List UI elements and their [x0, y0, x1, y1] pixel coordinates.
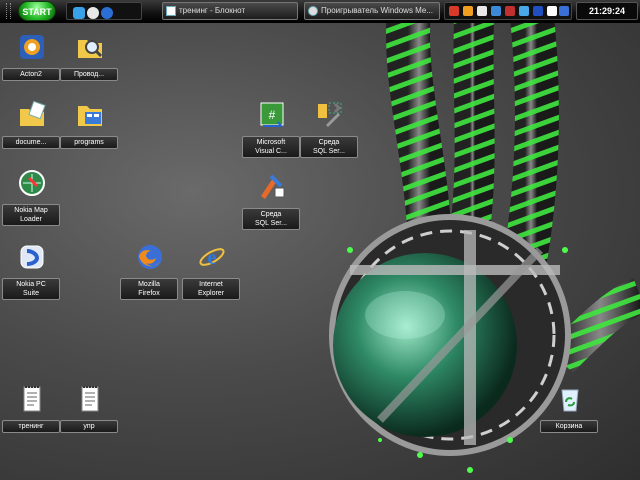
icon-label: Провод... — [60, 68, 118, 81]
sql-server-tools-icon — [261, 174, 285, 199]
map-loader-icon — [19, 170, 45, 196]
network-icon[interactable] — [559, 6, 569, 16]
icon-label: Среда SQL Ser... — [300, 136, 358, 158]
icon-label: docume... — [2, 136, 60, 149]
icon-label: Acton2 — [2, 68, 60, 81]
clock[interactable]: 21:29:24 — [576, 2, 638, 20]
quick-launch — [66, 2, 142, 20]
volume-icon[interactable] — [547, 6, 557, 16]
tray-app-icon[interactable] — [463, 6, 473, 16]
programs-folder-icon — [78, 106, 102, 126]
task-notepad[interactable]: тренинг - Блокнот — [162, 2, 298, 20]
task-label: тренинг - Блокнот — [179, 6, 246, 15]
firefox-icon — [138, 245, 162, 269]
icon-label: Microsoft Visual C... — [242, 136, 300, 158]
icon-label: Nokia PC Suite — [2, 278, 60, 300]
sql-server-tools-icon — [318, 102, 342, 128]
visual-studio-icon: # — [260, 102, 284, 127]
svg-text:#: # — [269, 108, 276, 122]
tray-app-icon[interactable] — [449, 6, 459, 16]
svg-text:e: e — [208, 247, 217, 269]
notepad-icon — [166, 6, 176, 16]
start-button[interactable]: START — [18, 1, 56, 21]
icon-label: Internet Explorer — [182, 278, 240, 300]
internet-explorer-icon: e — [199, 247, 225, 269]
tray-app-icon[interactable] — [505, 6, 515, 16]
media-player-icon — [308, 6, 318, 16]
icon-label: programs — [60, 136, 118, 149]
task-label: Проигрыватель Windows Me... — [321, 6, 433, 15]
tray-app-icon[interactable] — [477, 6, 487, 16]
icon-label: Корзина — [540, 420, 598, 433]
taskbar: START тренинг - Блокнот Проигрыватель Wi… — [0, 0, 640, 23]
text-file-icon — [81, 386, 99, 412]
show-desktop-icon[interactable] — [73, 7, 85, 19]
tray-app-icon[interactable] — [533, 6, 543, 16]
media-player-icon[interactable] — [101, 7, 113, 19]
recycle-bin-icon — [561, 389, 579, 412]
icon-label: Nokia Map Loader — [2, 204, 60, 226]
icon-label: упр — [60, 420, 118, 433]
tray-app-icon[interactable] — [491, 6, 501, 16]
icon-label: Mozilla Firefox — [120, 278, 178, 300]
documents-folder-icon — [20, 100, 46, 126]
internet-explorer-icon[interactable] — [87, 7, 99, 19]
icon-label: тренинг — [2, 420, 60, 433]
system-tray — [444, 2, 572, 20]
icon-label: Среда SQL Ser... — [242, 208, 300, 230]
text-file-icon — [23, 386, 41, 412]
tray-app-icon[interactable] — [519, 6, 529, 16]
taskbar-grip[interactable] — [6, 3, 11, 19]
task-media-player[interactable]: Проигрыватель Windows Me... — [304, 2, 440, 20]
search-folder-icon — [78, 40, 103, 58]
pc-suite-icon — [20, 245, 44, 269]
acton2-app-icon — [20, 35, 44, 59]
